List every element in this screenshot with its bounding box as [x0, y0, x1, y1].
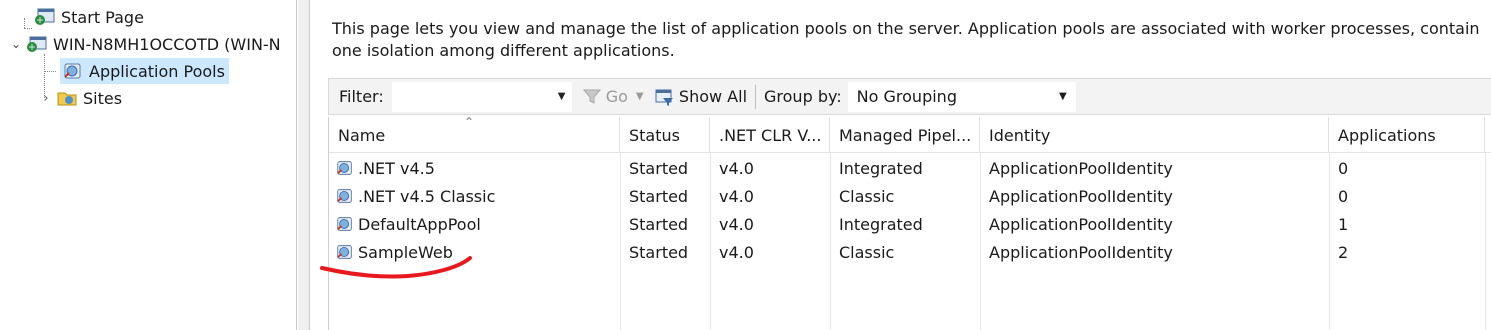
tree-item-application-pools[interactable]: Application Pools [60, 58, 229, 84]
chevron-right-icon[interactable]: › [36, 91, 56, 106]
chevron-down-icon: ▼ [1058, 91, 1067, 102]
app-pool-icon [337, 161, 352, 175]
group-by-label: Group by: [764, 87, 842, 106]
go-button[interactable]: Go [582, 87, 628, 106]
filter-dropdown-arrow-icon[interactable]: ▼ [558, 91, 572, 102]
column-header-label: .NET CLR V... [719, 125, 822, 145]
cell-identity: ApplicationPoolIdentity [989, 158, 1173, 178]
tree-item-label: Application Pools [89, 61, 225, 81]
column-header-identity[interactable]: Identity [980, 117, 1329, 153]
table-row[interactable]: DefaultAppPool Started v4.0 Integrated A… [329, 210, 1491, 238]
tree-item-label: Start Page [61, 7, 144, 27]
cell-clr-version: v4.0 [719, 186, 754, 206]
go-label: Go [605, 87, 628, 106]
table-row[interactable]: .NET v4.5 Classic Started v4.0 Classic A… [329, 182, 1491, 210]
column-header-clr-version[interactable]: .NET CLR V... [710, 117, 830, 153]
column-header-managed-pipeline[interactable]: Managed Pipel... [830, 117, 980, 153]
app-pools-grid: ⌃ Name Status .NET CLR V... Managed Pipe… [328, 117, 1491, 330]
filter-input[interactable] [391, 81, 572, 112]
red-underline-annotation [320, 256, 472, 279]
start-page-icon [34, 7, 56, 27]
funnel-icon [582, 89, 601, 104]
server-icon [26, 34, 48, 54]
show-all-button[interactable]: Show All [654, 87, 747, 107]
group-by-select[interactable]: No Grouping ▼ [847, 81, 1076, 112]
column-header-name[interactable]: ⌃ Name [329, 117, 620, 153]
tree-connector [24, 18, 25, 28]
cell-pipeline: Integrated [839, 158, 923, 178]
cell-pipeline: Classic [839, 186, 895, 206]
tree-connector [44, 71, 56, 72]
cell-applications: 1 [1338, 214, 1349, 234]
cell-clr-version: v4.0 [719, 214, 754, 234]
cell-name: DefaultAppPool [329, 210, 620, 238]
group-by-value: No Grouping [856, 87, 957, 106]
cell-identity: ApplicationPoolIdentity [989, 214, 1173, 234]
grid-header: ⌃ Name Status .NET CLR V... Managed Pipe… [329, 117, 1491, 153]
app-pool-icon [337, 189, 352, 203]
cell-status: Started [629, 158, 689, 178]
cell-applications: 0 [1338, 186, 1349, 206]
tree-item-label: Sites [83, 88, 123, 108]
pool-name: .NET v4.5 Classic [358, 186, 496, 206]
cell-identity: ApplicationPoolIdentity [989, 186, 1173, 206]
table-row[interactable]: .NET v4.5 Started v4.0 Integrated Applic… [329, 154, 1491, 182]
column-header-label: Name [338, 125, 386, 145]
sites-folder-icon [56, 88, 78, 108]
show-all-label: Show All [678, 87, 748, 106]
column-header-label: Applications [1338, 125, 1436, 145]
tree-selection: Application Pools [60, 58, 229, 84]
filter-toolbar: Filter: ▼ Go ▼ Show All Group by: No Gro… [328, 78, 1491, 115]
connections-tree: Start Page ⌄ WIN-N8MH1OCCOTD (WIN-N Appl… [0, 0, 297, 330]
tree-connector [24, 28, 32, 29]
cell-name: .NET v4.5 Classic [329, 182, 620, 210]
column-header-label: Identity [989, 125, 1051, 145]
tree-item-start-page[interactable]: Start Page [34, 4, 144, 30]
page-description: This page lets you view and manage the l… [332, 19, 1480, 60]
table-row[interactable]: SampleWeb Started v4.0 Classic Applicati… [329, 238, 1491, 266]
sort-ascending-icon: ⌃ [464, 117, 475, 129]
show-all-icon [655, 89, 673, 106]
cell-applications: 0 [1338, 158, 1349, 178]
cell-name: .NET v4.5 [329, 154, 620, 182]
cell-clr-version: v4.0 [719, 158, 754, 178]
column-header-applications[interactable]: Applications [1329, 117, 1485, 153]
pool-name: .NET v4.5 [358, 158, 435, 178]
cell-status: Started [629, 186, 689, 206]
chevron-down-icon[interactable]: ⌄ [6, 37, 26, 51]
cell-status: Started [629, 242, 689, 262]
filter-label: Filter: [339, 87, 384, 106]
pool-name: DefaultAppPool [358, 214, 481, 234]
column-header-label: Status [629, 125, 680, 145]
column-header-label: Managed Pipel... [839, 125, 972, 145]
cell-pipeline: Classic [839, 242, 895, 262]
cell-pipeline: Integrated [839, 214, 923, 234]
app-pool-icon [62, 61, 84, 81]
tree-item-label: WIN-N8MH1OCCOTD (WIN-N [53, 34, 281, 54]
column-header-status[interactable]: Status [620, 117, 710, 153]
pane-splitter[interactable] [298, 0, 310, 330]
app-pool-icon [337, 217, 352, 231]
toolbar-separator [755, 84, 757, 109]
go-dropdown-arrow-icon[interactable]: ▼ [636, 91, 650, 102]
cell-identity: ApplicationPoolIdentity [989, 242, 1173, 262]
tree-item-server[interactable]: ⌄ WIN-N8MH1OCCOTD (WIN-N [6, 31, 281, 57]
cell-applications: 2 [1338, 242, 1349, 262]
cell-status: Started [629, 214, 689, 234]
cell-clr-version: v4.0 [719, 242, 754, 262]
tree-item-sites[interactable]: › Sites [36, 85, 122, 111]
application-pools-page: This page lets you view and manage the l… [311, 0, 1491, 330]
